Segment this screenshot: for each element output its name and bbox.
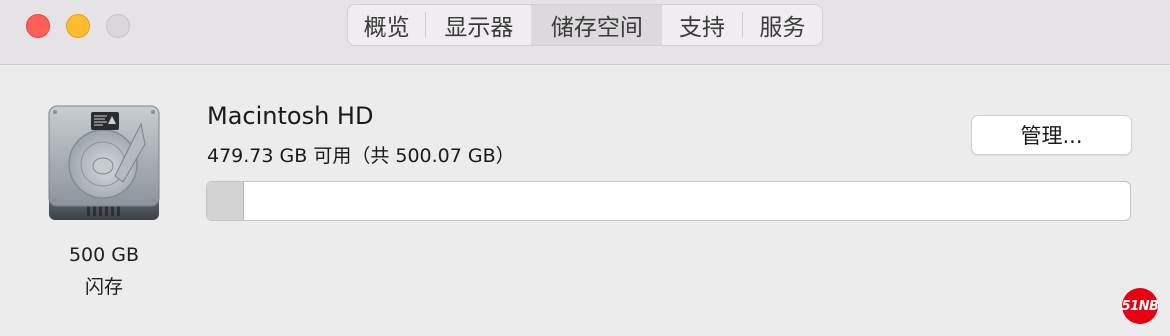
- storage-used-segment: [207, 182, 244, 220]
- tab-displays[interactable]: 显示器: [426, 5, 531, 45]
- titlebar: 概览 显示器 储存空间 支持 服务: [0, 0, 1170, 65]
- storage-usage-bar: [206, 181, 1131, 221]
- tab-overview[interactable]: 概览: [348, 5, 425, 45]
- close-button[interactable]: [26, 14, 50, 38]
- disk-type-label: 闪存: [84, 276, 123, 298]
- disk-size-label: 500 GB: [68, 244, 140, 266]
- volume-name: Macintosh HD: [207, 102, 374, 130]
- tab-bar: 概览 显示器 储存空间 支持 服务: [347, 4, 823, 46]
- capacity-text: 479.73 GB 可用（共 500.07 GB）: [207, 145, 515, 167]
- about-this-mac-window: 概览 显示器 储存空间 支持 服务 500 GB 闪存 Macintosh HD…: [0, 0, 1170, 336]
- tab-service[interactable]: 服务: [743, 5, 822, 45]
- minimize-button[interactable]: [66, 14, 90, 38]
- tab-support[interactable]: 支持: [662, 5, 741, 45]
- manage-button[interactable]: 管理...: [971, 115, 1132, 155]
- tab-storage[interactable]: 储存空间: [531, 5, 663, 45]
- zoom-button: [106, 14, 130, 38]
- hard-drive-icon: [45, 104, 163, 224]
- watermark-logo: 51NB: [1122, 288, 1159, 324]
